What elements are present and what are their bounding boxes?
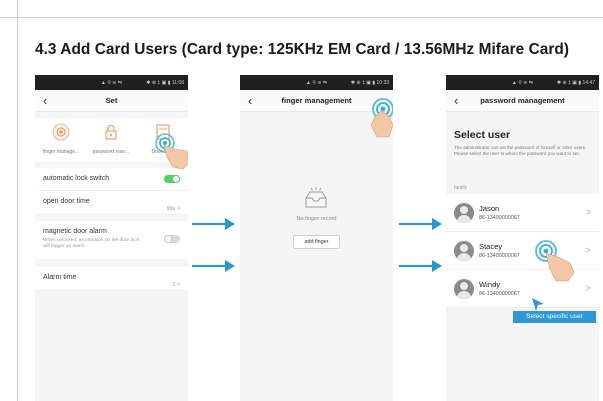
chevron-right-icon: > <box>585 283 591 293</box>
quick-item-label: finger manage... <box>42 149 80 155</box>
empty-state <box>240 112 393 401</box>
phone-screenshot-finger-management: ▲ ⚲ ≋ ⇆ ✱ ⊕ ‡ ▣ ▮ 10:33 ‹ finger managem… <box>240 75 393 401</box>
screen-title: password management <box>480 96 565 105</box>
status-time: ✱ ⊕ ‡ ▣ ▮ 11:08 <box>146 80 184 86</box>
auto-lock-row[interactable]: automatic lock switch <box>35 168 188 190</box>
group-label: family <box>454 185 468 191</box>
status-signal: ▲ ⚲ ≋ ⇆ <box>100 80 123 86</box>
lock-icon <box>105 125 117 140</box>
left-rule <box>17 0 18 401</box>
phone-screenshot-settings: ▲ ⚲ ≋ ⇆ ✱ ⊕ ‡ ▣ ▮ 11:08 ‹ Set finger man… <box>35 75 188 401</box>
status-bar: ▲ ⚲ ≋ ⇆ ✱ ⊕ ‡ ▣ ▮ 14:47 <box>446 75 599 90</box>
user-phone: 86-13400000067 <box>479 215 520 221</box>
fingerprint-icon <box>52 123 70 141</box>
quick-item-finger[interactable]: finger manage... <box>36 123 86 155</box>
pointer-arrow-icon <box>532 298 544 311</box>
arrow-right-icon <box>399 260 442 272</box>
user-phone: 86-13400000067 <box>479 291 520 297</box>
select-user-title: Select user <box>454 129 511 141</box>
row-description: When unlocked, an intrusion on the door … <box>43 238 139 249</box>
callout-label: Select specific user <box>513 311 596 323</box>
user-name: Windy <box>479 280 501 289</box>
phone-screenshot-password-management: ▲ ⚲ ≋ ⇆ ✱ ⊕ ‡ ▣ ▮ 14:47 ‹ password manag… <box>446 75 599 401</box>
tap-hand-icon <box>370 98 393 138</box>
status-signal: ▲ ⚲ ≋ ⇆ <box>511 80 534 86</box>
tap-hand-icon <box>155 133 188 170</box>
avatar <box>454 241 474 261</box>
row-label: magnetic door alarm <box>43 228 107 235</box>
avatar <box>454 203 474 223</box>
row-label: Alarm time <box>43 274 77 281</box>
select-user-description: The administrator can set the password o… <box>454 145 587 156</box>
arrow-right-icon <box>399 218 442 230</box>
document-page: 4.3 Add Card Users (Card type: 125KHz EM… <box>0 0 603 401</box>
magnetic-alarm-toggle[interactable] <box>164 235 180 243</box>
avatar <box>454 279 474 299</box>
toggle-knob <box>172 175 180 183</box>
empty-message: No finger record <box>296 216 337 222</box>
quick-item-password[interactable]: password man... <box>86 123 136 155</box>
status-time: ✱ ⊕ ‡ ▣ ▮ 10:33 <box>350 80 389 86</box>
auto-lock-toggle[interactable] <box>164 175 180 183</box>
row-label: automatic lock switch <box>43 175 110 182</box>
status-bar: ▲ ⚲ ≋ ⇆ ✱ ⊕ ‡ ▣ ▮ 11:08 <box>35 75 188 90</box>
quick-item-label: password man... <box>92 149 130 155</box>
app-bar: ‹ Set <box>35 90 188 112</box>
chevron-right-icon: > <box>585 245 591 255</box>
section-heading: 4.3 Add Card Users (Card type: 125KHz EM… <box>35 41 570 58</box>
user-name: Jason <box>479 204 500 213</box>
tap-hand-icon <box>535 240 575 282</box>
chevron-right-icon: > <box>585 207 591 217</box>
row-value: 99s > <box>166 206 180 212</box>
status-signal: ▲ ⚲ ≋ ⇆ <box>305 80 328 86</box>
row-label: open door time <box>43 198 90 205</box>
alarm-time-row[interactable]: Alarm time 1 > <box>35 267 188 289</box>
screen-title: Set <box>105 96 118 105</box>
user-row-jason[interactable]: Jason 86-13400000067 > <box>446 194 599 232</box>
app-bar: ‹ password management <box>446 90 599 112</box>
status-bar: ▲ ⚲ ≋ ⇆ ✱ ⊕ ‡ ▣ ▮ 10:33 <box>240 75 393 90</box>
empty-inbox-icon <box>305 187 327 208</box>
toggle-knob <box>164 235 172 243</box>
top-rule <box>0 17 603 18</box>
arrow-right-icon <box>192 218 235 230</box>
user-phone: 86-13400000067 <box>479 253 520 259</box>
add-finger-button[interactable]: add finger <box>293 235 340 249</box>
open-door-row[interactable]: open door time 99s > <box>35 191 188 213</box>
row-value: 1 > <box>172 282 180 288</box>
magnetic-alarm-row[interactable]: magnetic door alarm When unlocked, an in… <box>35 221 188 259</box>
status-time: ✱ ⊕ ‡ ▣ ▮ 14:47 <box>556 80 595 86</box>
user-name: Stacey <box>479 242 503 251</box>
arrow-right-icon <box>192 260 235 272</box>
